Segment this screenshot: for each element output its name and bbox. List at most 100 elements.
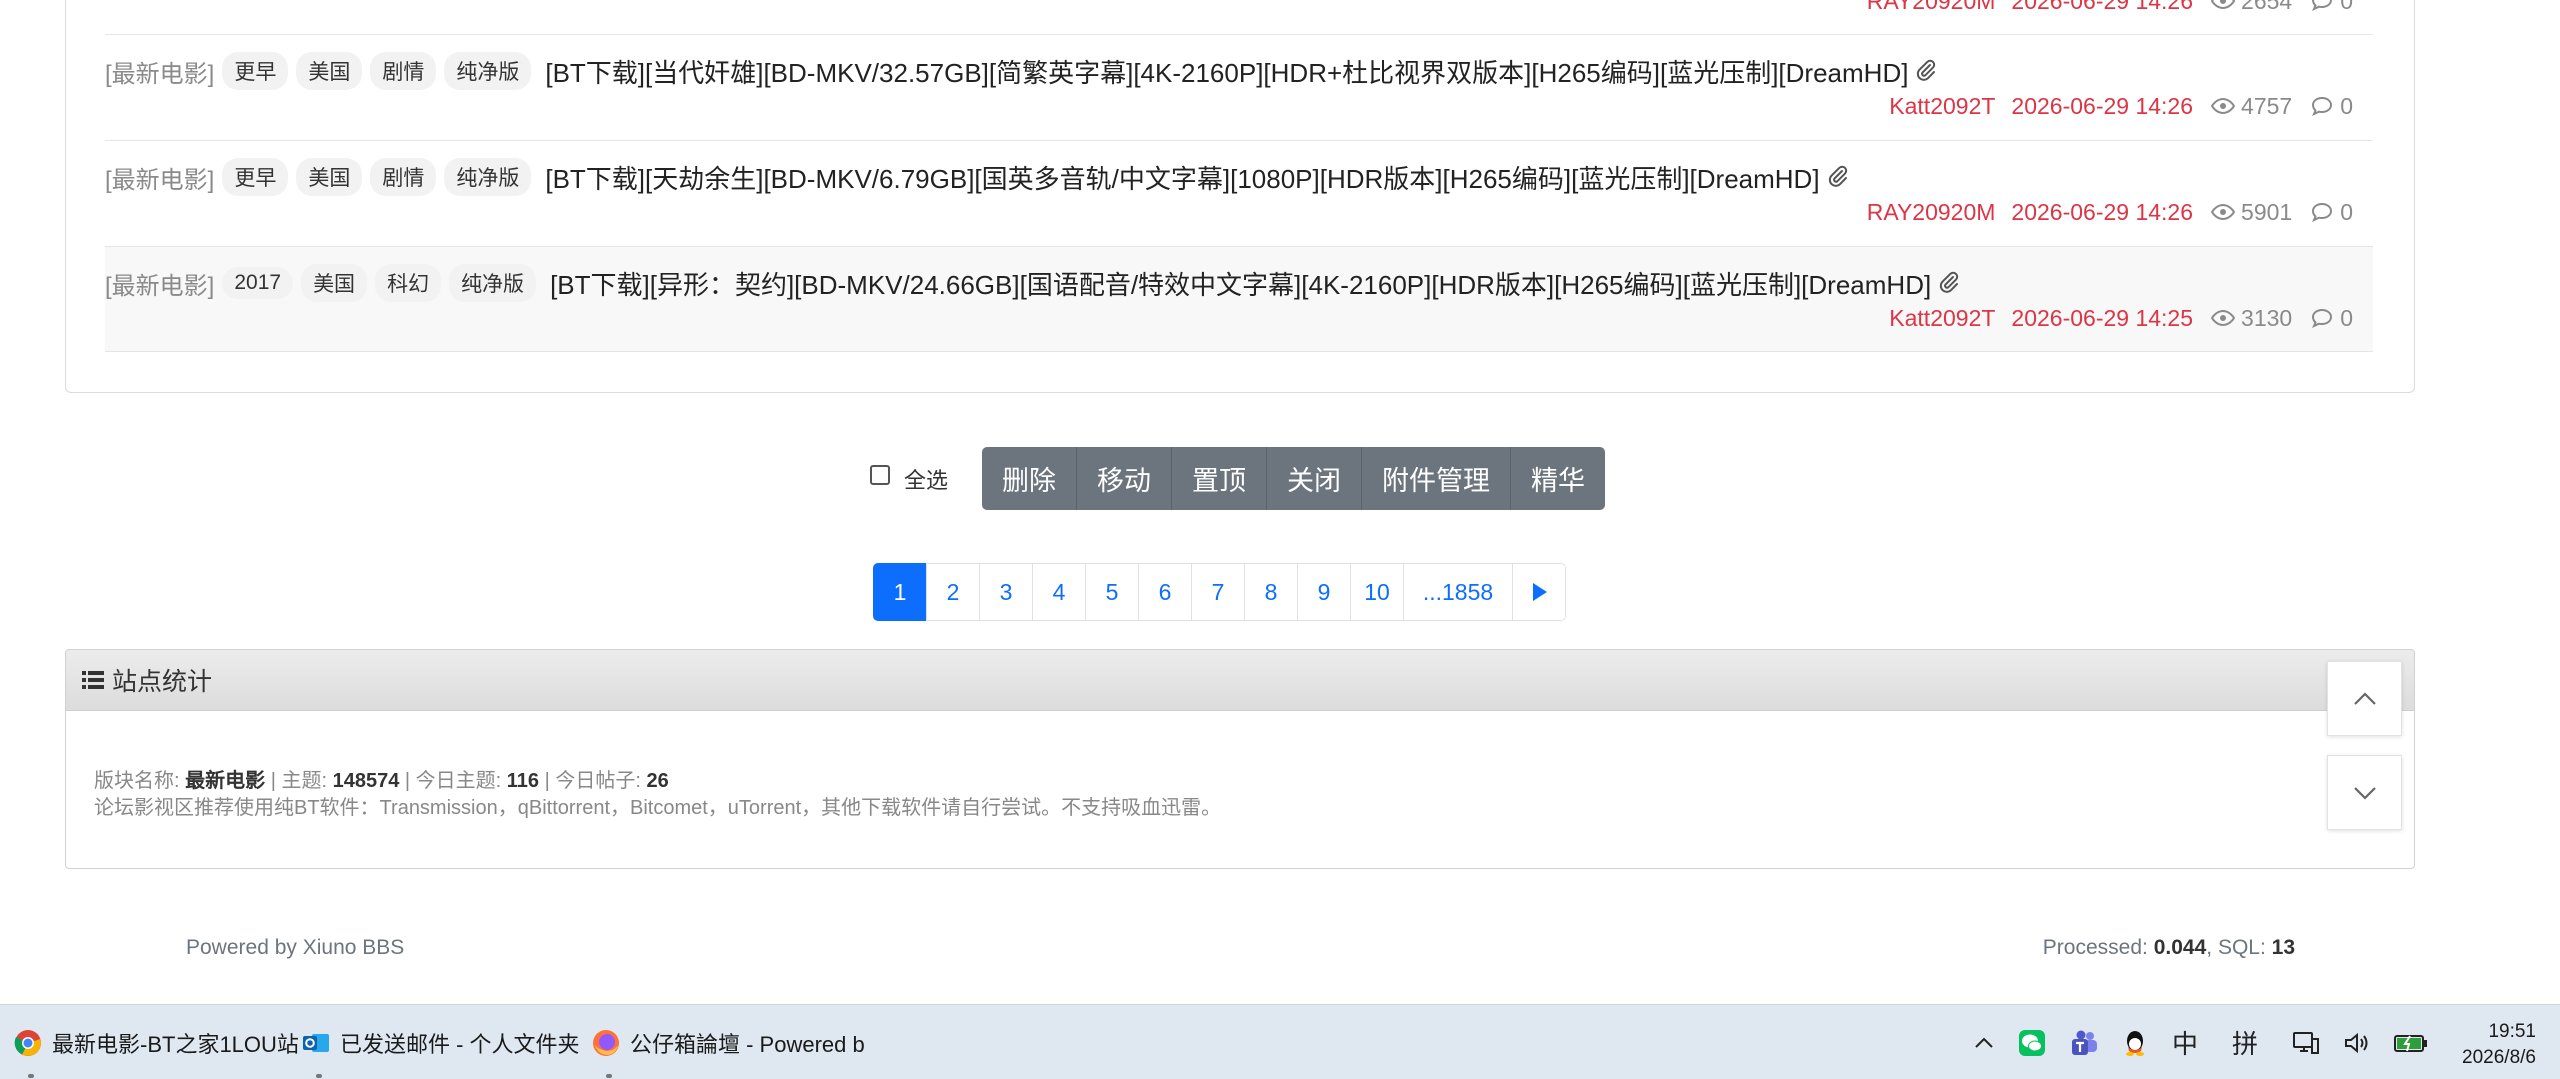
digest-button[interactable]: 精华 (1511, 447, 1605, 510)
replies-value: 0 (2340, 92, 2353, 119)
taskbar-item-firefox[interactable]: 公仔箱論壇 - Powered b (592, 1005, 865, 1079)
page-link[interactable]: 7 (1191, 563, 1245, 621)
page-link-last[interactable]: ...1858 (1403, 563, 1513, 621)
ime-mode-indicator[interactable]: 拼 (2232, 1024, 2258, 1061)
thread-meta: RAY20920M 2026-06-29 14:26 2654 0 (1867, 0, 2353, 16)
forum-tag[interactable]: [最新电影] (105, 54, 214, 89)
page-link[interactable]: 9 (1297, 563, 1351, 621)
thread-meta: Katt2092T 2026-06-29 14:26 4757 0 (1889, 91, 2353, 121)
attachment-manage-button[interactable]: 附件管理 (1362, 447, 1512, 510)
forum-tag[interactable]: [最新电影] (105, 266, 214, 301)
replies-count: 0 (2310, 93, 2353, 120)
next-page-button[interactable] (1512, 563, 1566, 621)
select-all-checkbox[interactable]: 全选 (870, 463, 948, 495)
page-link[interactable]: 8 (1244, 563, 1298, 621)
close-button[interactable]: 关闭 (1267, 447, 1363, 510)
views-value: 4757 (2241, 92, 2293, 119)
thread-row: [最新电影] 更早 美国 剧情 纯净版 [BT下载][当代奸雄][BD-MKV/… (105, 34, 2373, 140)
paperclip-icon (1917, 59, 1936, 81)
scroll-top-button[interactable] (2327, 661, 2402, 736)
views-value: 5901 (2241, 198, 2293, 225)
eye-icon (2211, 0, 2236, 10)
taskbar-item-label: 公仔箱論壇 - Powered b (630, 1031, 865, 1057)
battery-charging-icon (2394, 1034, 2428, 1052)
volume-icon (2345, 1032, 2368, 1053)
today-posts-value: 26 (646, 770, 669, 792)
replies-count: 0 (2310, 0, 2353, 15)
tag-chip[interactable]: 纯净版 (444, 52, 532, 90)
show-hidden-icons-button[interactable] (1974, 1037, 1994, 1049)
wechat-tray-icon[interactable] (2018, 1029, 2046, 1057)
system-clock[interactable]: 19:51 2026/8/6 (2462, 1019, 2536, 1071)
forum-name-value: 最新电影 (185, 770, 266, 792)
moderation-button-group: 删除 移动 置顶 关闭 附件管理 精华 (982, 447, 1606, 510)
ime-language-indicator[interactable]: 中 (2172, 1024, 2198, 1061)
chevron-down-icon (2353, 786, 2376, 800)
tag-chip[interactable]: 美国 (301, 264, 368, 302)
thread-author[interactable]: Katt2092T (1889, 93, 1995, 120)
taskbar: 最新电影-BT之家1LOU站 已发送邮件 - 个人文件夹 公仔箱論壇 - Pow… (0, 1004, 2560, 1079)
pin-button[interactable]: 置顶 (1172, 447, 1268, 510)
thread-date: 2026-06-29 14:26 (2011, 198, 2194, 225)
replies-count: 0 (2310, 305, 2353, 332)
volume-tray-icon[interactable] (2344, 1031, 2370, 1055)
list-icon (82, 671, 104, 689)
moderation-bar: 全选 删除 移动 置顶 关闭 附件管理 精华 (870, 447, 1606, 510)
forum-name-label: 版块名称: (94, 770, 180, 792)
scroll-bottom-button[interactable] (2327, 755, 2402, 830)
thread-author[interactable]: Katt2092T (1889, 305, 1995, 332)
thread-title-link[interactable]: [BT下载][当代奸雄][BD-MKV/32.57GB][简繁英字幕][4K-2… (545, 53, 1908, 90)
page-link[interactable]: 4 (1032, 563, 1086, 621)
page-link[interactable]: 5 (1085, 563, 1139, 621)
thread-title-link[interactable]: [BT下载][异形：契约][BD-MKV/24.66GB][国语配音/特效中文字… (550, 265, 1931, 302)
views-value: 2654 (2241, 0, 2293, 14)
teams-tray-icon[interactable] (2070, 1029, 2098, 1057)
page-link[interactable]: 6 (1138, 563, 1192, 621)
thread-date: 2026-06-29 14:25 (2011, 304, 2194, 331)
clock-time: 19:51 (2488, 1021, 2536, 1042)
page-link[interactable]: 2 (926, 563, 980, 621)
tag-chip[interactable]: 纯净版 (444, 158, 532, 196)
qq-tray-icon[interactable] (2122, 1029, 2148, 1057)
tag-chip[interactable]: 剧情 (370, 52, 437, 90)
taskbar-item-outlook[interactable]: 已发送邮件 - 个人文件夹 (302, 1005, 580, 1079)
tag-chip[interactable]: 美国 (296, 52, 363, 90)
checkbox-box[interactable] (870, 464, 890, 485)
chevron-up-icon (1975, 1037, 1993, 1048)
page-link-current[interactable]: 1 (873, 563, 927, 621)
thread-author[interactable]: RAY20920M (1867, 0, 1996, 15)
tag-chip[interactable]: 剧情 (370, 158, 437, 196)
play-icon (1533, 583, 1547, 601)
tag-chip[interactable]: 科幻 (375, 264, 442, 302)
views-count: 2654 (2211, 0, 2292, 15)
tag-chip[interactable]: 更早 (222, 158, 289, 196)
forum-tag[interactable]: [最新电影] (105, 160, 214, 195)
tag-chip[interactable]: 纯净版 (449, 264, 537, 302)
delete-button[interactable]: 删除 (982, 447, 1078, 510)
views-count: 5901 (2211, 199, 2292, 226)
thread-meta: RAY20920M 2026-06-29 14:26 5901 0 (1867, 197, 2353, 227)
processed-value: 0.044 (2153, 936, 2207, 959)
running-indicator (316, 1074, 322, 1078)
thread-title-link[interactable]: [BT下载][天劫余生][BD-MKV/6.79GB][国英多音轨/中文字幕][… (545, 159, 1819, 196)
replies-value: 0 (2340, 0, 2353, 14)
stats-title: 站点统计 (112, 668, 213, 696)
thread-author[interactable]: RAY20920M (1867, 199, 1996, 226)
network-tray-icon[interactable] (2292, 1030, 2320, 1056)
views-count: 3130 (2211, 305, 2292, 332)
replies-value: 0 (2340, 304, 2353, 331)
page-link[interactable]: 10 (1350, 563, 1404, 621)
move-button[interactable]: 移动 (1077, 447, 1173, 510)
taskbar-item-chrome[interactable]: 最新电影-BT之家1LOU站 (14, 1005, 299, 1079)
running-indicator (28, 1074, 34, 1078)
page-link[interactable]: 3 (979, 563, 1033, 621)
tag-chip[interactable]: 更早 (222, 52, 289, 90)
tag-chip[interactable]: 美国 (296, 158, 363, 196)
tag-chip[interactable]: 2017 (222, 267, 294, 299)
battery-tray-icon[interactable] (2394, 1032, 2428, 1054)
separator: | (544, 770, 556, 792)
outlook-icon (303, 1033, 329, 1052)
thread-date: 2026-06-29 14:26 (2011, 92, 2194, 119)
thread-date: 2026-06-29 14:26 (2011, 0, 2194, 14)
today-topics-label: 今日主题: (415, 770, 502, 792)
